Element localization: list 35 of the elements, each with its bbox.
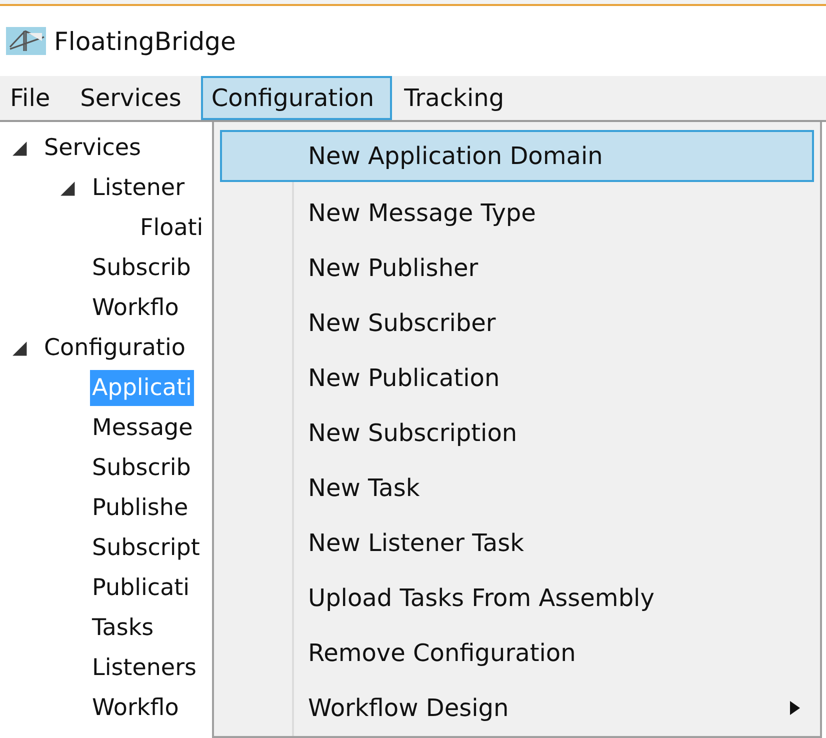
tree-item[interactable]: Configuratio (42, 330, 188, 366)
tree-item[interactable]: Subscrib (90, 250, 193, 286)
tree-item[interactable]: Message (90, 410, 195, 446)
menu-item[interactable]: Workflow Design (220, 680, 814, 735)
menu-item[interactable]: Remove Configuration (220, 625, 814, 680)
menu-item[interactable]: New Publisher (220, 240, 814, 295)
menu-item[interactable]: New Listener Task (220, 515, 814, 570)
menu-item[interactable]: New Task (220, 460, 814, 515)
expander-icon[interactable] (10, 339, 28, 357)
menu-item[interactable]: New Publication (220, 350, 814, 405)
window-title: FloatingBridge (54, 26, 236, 56)
expander-icon[interactable] (58, 179, 76, 197)
tree-item[interactable]: Subscript (90, 530, 202, 566)
tree-item[interactable]: Workflo (90, 690, 181, 726)
menu-item[interactable]: New Message Type (220, 185, 814, 240)
menu-item[interactable]: Services (70, 76, 200, 120)
menu-item[interactable]: New Subscription (220, 405, 814, 460)
tree-item[interactable]: Subscrib (90, 450, 193, 486)
tree-item[interactable]: Floati (138, 210, 206, 246)
tree-item[interactable]: Listeners (90, 650, 199, 686)
tree-item[interactable]: Tasks (90, 610, 156, 646)
tree-item[interactable]: Publicati (90, 570, 192, 606)
menu-item[interactable]: Tracking (394, 76, 522, 120)
tree-item[interactable]: Services (42, 130, 143, 166)
tree-item[interactable]: Publishe (90, 490, 190, 526)
tree-item[interactable]: Listener (90, 170, 187, 206)
menu-item[interactable]: File (0, 76, 68, 120)
menu-item[interactable]: Configuration (201, 76, 392, 120)
menu-item[interactable]: Upload Tasks From Assembly (220, 570, 814, 625)
tree-item[interactable]: Workflo (90, 290, 181, 326)
expander-icon[interactable] (10, 139, 28, 157)
menu-item[interactable]: New Application Domain (220, 130, 814, 182)
menu-item[interactable]: New Subscriber (220, 295, 814, 350)
submenu-arrow-icon (790, 700, 800, 714)
bridge-icon (6, 27, 46, 55)
